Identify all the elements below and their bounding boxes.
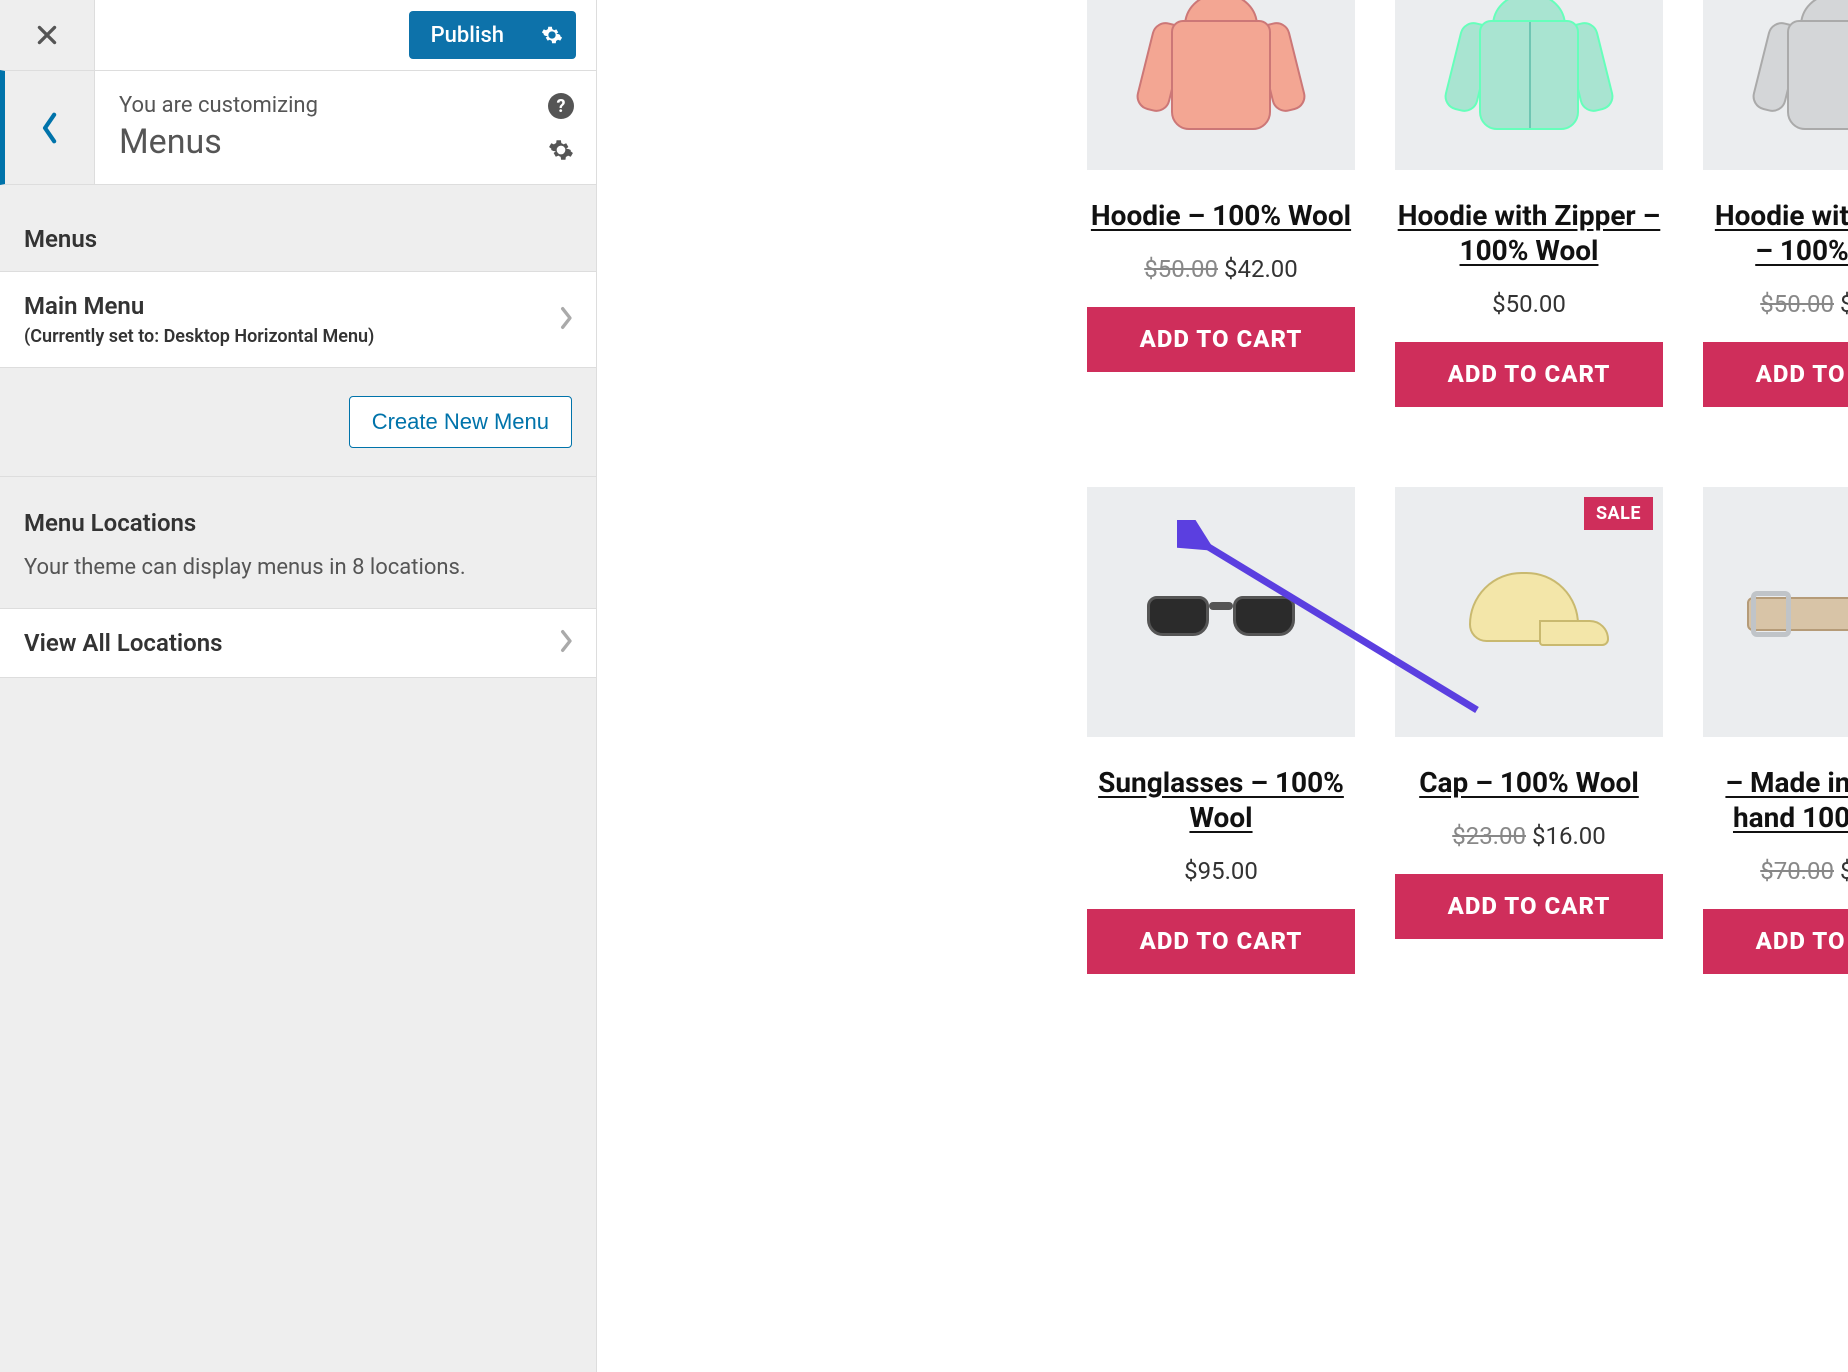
product-price: $50.00 bbox=[1492, 290, 1566, 318]
preview-pane: Hoodie – 100% Wool $50.00$42.00 ADD TO C… bbox=[597, 0, 1848, 1372]
hoodie-icon bbox=[1146, 0, 1296, 140]
menus-group-label: Menus bbox=[0, 185, 596, 271]
product-current-price: $95.00 bbox=[1184, 857, 1258, 885]
belt-icon bbox=[1747, 577, 1848, 647]
view-all-locations-label: View All Locations bbox=[24, 629, 572, 657]
cap-icon bbox=[1449, 562, 1609, 662]
product-price: $70.00 $55.00 bbox=[1760, 857, 1848, 885]
product-price: $50.00 $42.00 bbox=[1760, 290, 1848, 318]
product-card: Hoodie with Zipper – 100% Wool $50.00 AD… bbox=[1395, 0, 1663, 407]
menu-locations-desc: Your theme can display menus in 8 locati… bbox=[0, 555, 596, 608]
product-title-link[interactable]: Cap – 100% Wool bbox=[1419, 765, 1639, 800]
section-header: You are customizing Menus ? bbox=[0, 70, 596, 185]
product-row: Hoodie – 100% Wool $50.00$42.00 ADD TO C… bbox=[1087, 0, 1848, 407]
menu-item-title: Main Menu bbox=[24, 292, 572, 320]
product-thumbnail[interactable] bbox=[1703, 487, 1848, 737]
help-button[interactable]: ? bbox=[548, 93, 574, 119]
product-title-link[interactable]: Hoodie – 100% Wool bbox=[1091, 198, 1351, 233]
product-old-price: $70.00 bbox=[1760, 857, 1834, 885]
product-thumbnail[interactable] bbox=[1087, 487, 1355, 737]
product-old-price: $50.00 bbox=[1760, 290, 1834, 318]
add-to-cart-button[interactable]: ADD TO CART bbox=[1703, 909, 1848, 974]
menu-item-subtitle: (Currently set to: Desktop Horizontal Me… bbox=[24, 326, 572, 347]
add-to-cart-button[interactable]: ADD TO CART bbox=[1087, 307, 1355, 372]
product-price: $50.00$42.00 bbox=[1144, 255, 1298, 283]
product-current-price: $50.00 bbox=[1492, 290, 1566, 318]
add-to-cart-button[interactable]: ADD TO CART bbox=[1703, 342, 1848, 407]
publish-settings-button[interactable] bbox=[526, 24, 576, 46]
publish-button[interactable]: Publish bbox=[409, 11, 576, 59]
product-card: SALE Cap – 100% Wool $23.00$16.00 ADD TO… bbox=[1395, 487, 1663, 974]
hoodie-icon bbox=[1762, 0, 1848, 140]
add-to-cart-button[interactable]: ADD TO CART bbox=[1395, 342, 1663, 407]
customizer-sidebar: Publish You are customizing Menus ? bbox=[0, 0, 597, 1372]
customizing-label: You are customizing bbox=[119, 93, 572, 118]
menu-locations-label: Menu Locations bbox=[0, 477, 596, 555]
menu-settings-button[interactable] bbox=[548, 137, 574, 167]
product-title-link[interactable]: – Made in USA by hand 100% Wool bbox=[1703, 765, 1848, 835]
product-old-price: $23.00 bbox=[1452, 822, 1526, 850]
chevron-left-icon bbox=[40, 111, 60, 145]
product-title-link[interactable]: Hoodie with Zipper – 100% Wool bbox=[1395, 198, 1663, 268]
sidebar-top-bar: Publish bbox=[0, 0, 596, 70]
gear-icon bbox=[548, 137, 574, 163]
product-thumbnail[interactable] bbox=[1703, 0, 1848, 170]
product-current-price: $55.00 bbox=[1840, 857, 1848, 885]
add-to-cart-button[interactable]: ADD TO CART bbox=[1395, 874, 1663, 939]
product-card: Sunglasses – 100% Wool $95.00 ADD TO CAR… bbox=[1087, 487, 1355, 974]
product-row: Sunglasses – 100% Wool $95.00 ADD TO CAR… bbox=[1087, 487, 1848, 974]
publish-area: Publish bbox=[95, 0, 596, 70]
create-menu-wrap: Create New Menu bbox=[0, 368, 596, 477]
product-card: Hoodie – 100% Wool $50.00$42.00 ADD TO C… bbox=[1087, 0, 1355, 407]
sale-badge: SALE bbox=[1584, 497, 1653, 530]
product-current-price: $42.00 bbox=[1840, 290, 1848, 318]
add-to-cart-button[interactable]: ADD TO CART bbox=[1087, 909, 1355, 974]
product-title-link[interactable]: Hoodie with Pocket – 100% Wool bbox=[1703, 198, 1848, 268]
product-thumbnail[interactable]: SALE bbox=[1395, 487, 1663, 737]
product-old-price: $50.00 bbox=[1144, 255, 1218, 283]
hoodie-icon bbox=[1454, 0, 1604, 140]
publish-label: Publish bbox=[409, 23, 526, 48]
product-grid: Hoodie – 100% Wool $50.00$42.00 ADD TO C… bbox=[1087, 0, 1848, 974]
chevron-right-icon bbox=[558, 627, 574, 659]
product-price: $23.00$16.00 bbox=[1452, 822, 1606, 850]
product-current-price: $16.00 bbox=[1532, 822, 1606, 850]
help-icon: ? bbox=[557, 96, 566, 117]
product-title-link[interactable]: Sunglasses – 100% Wool bbox=[1087, 765, 1355, 835]
menu-item-main-menu[interactable]: Main Menu (Currently set to: Desktop Hor… bbox=[0, 271, 596, 368]
view-all-locations-row[interactable]: View All Locations bbox=[0, 608, 596, 678]
section-title: Menus bbox=[119, 122, 572, 162]
product-card: Hoodie with Pocket – 100% Wool $50.00 $42… bbox=[1703, 0, 1848, 407]
product-card: – Made in USA by hand 100% Wool $70.00$5… bbox=[1703, 487, 1848, 974]
create-new-menu-button[interactable]: Create New Menu bbox=[349, 396, 572, 448]
gear-icon bbox=[541, 24, 563, 46]
back-button[interactable] bbox=[5, 71, 95, 184]
close-icon bbox=[34, 22, 60, 48]
chevron-right-icon bbox=[558, 304, 574, 336]
close-button[interactable] bbox=[0, 0, 95, 70]
product-price: $95.00 bbox=[1184, 857, 1258, 885]
product-thumbnail[interactable] bbox=[1087, 0, 1355, 170]
product-current-price: $42.00 bbox=[1224, 255, 1298, 283]
sunglasses-icon bbox=[1141, 582, 1301, 642]
product-thumbnail[interactable] bbox=[1395, 0, 1663, 170]
